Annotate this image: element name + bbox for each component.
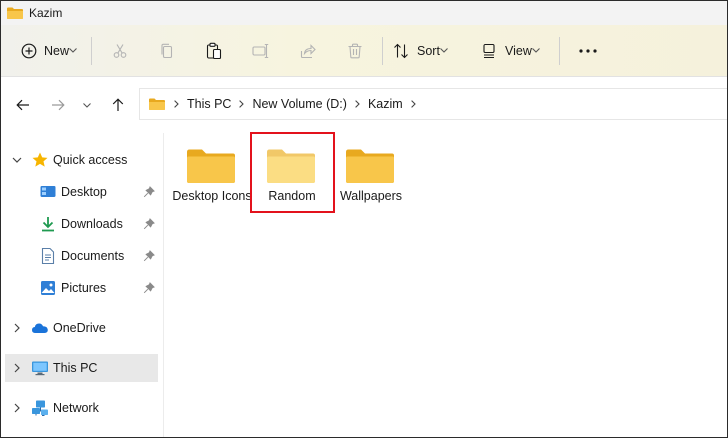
network-icon	[32, 400, 48, 416]
more-options-button[interactable]	[564, 34, 612, 68]
arrow-left-icon	[16, 99, 29, 111]
chevron-right-icon[interactable]	[11, 322, 23, 334]
ribbon-separator	[382, 36, 383, 65]
chevron-right-icon	[239, 100, 245, 108]
folder-name: Wallpapers	[339, 189, 403, 203]
sidebar-item-label: Network	[53, 401, 99, 415]
sidebar-item-label: This PC	[53, 361, 98, 375]
breadcrumb-separator[interactable]	[239, 100, 245, 108]
pin-icon	[143, 282, 155, 294]
share-button[interactable]	[284, 34, 331, 68]
breadcrumb-kazim[interactable]: Kazim	[368, 97, 403, 111]
breadcrumb-this-pc[interactable]: This PC	[187, 97, 231, 111]
share-icon	[300, 43, 316, 58]
sidebar-item-desktop[interactable]: Desktop	[5, 178, 158, 206]
cut-button[interactable]	[96, 34, 143, 68]
chevron-right-icon	[410, 100, 416, 108]
folder-icon	[346, 149, 394, 183]
address-row: This PC New Volume (D:) Kazim	[1, 77, 727, 133]
breadcrumb-separator[interactable]	[174, 100, 179, 108]
sort-button-label: Sort	[417, 43, 440, 58]
chevron-down-icon	[69, 48, 77, 53]
paste-button[interactable]	[190, 34, 237, 68]
sidebar-item-documents[interactable]: Documents	[5, 242, 158, 270]
chevron-down-icon[interactable]	[11, 154, 23, 166]
paste-icon	[206, 42, 221, 59]
sidebar-item-label: Pictures	[61, 281, 107, 295]
rename-icon	[251, 43, 268, 58]
plus-circle-icon	[21, 43, 37, 58]
breadcrumb-separator[interactable]	[410, 100, 416, 108]
folder-icon	[187, 149, 235, 183]
forward-button[interactable]	[43, 90, 73, 120]
folder-icon	[7, 7, 23, 19]
breadcrumb-new-volume[interactable]: New Volume (D:)	[252, 97, 346, 111]
pin-icon	[143, 218, 155, 230]
up-button[interactable]	[103, 90, 133, 120]
copy-button[interactable]	[143, 34, 190, 68]
folder-name: Desktop Icons	[172, 189, 252, 203]
sidebar-item-label: OneDrive	[53, 321, 106, 335]
star-icon	[32, 152, 48, 167]
chevron-right-icon[interactable]	[11, 402, 23, 414]
arrow-right-icon	[52, 99, 65, 111]
chevron-down-icon	[83, 102, 91, 108]
picture-icon	[41, 281, 55, 295]
sidebar-item-label: Desktop	[61, 185, 107, 199]
file-list: Desktop Icons Random Wallpapers	[164, 133, 727, 437]
chevron-right-icon	[174, 100, 179, 108]
highlight-box	[250, 132, 335, 213]
breadcrumb-separator[interactable]	[355, 100, 360, 108]
view-button-label: View	[505, 43, 532, 58]
sidebar-item-quick-access[interactable]: Quick access	[5, 146, 158, 174]
sort-icon	[394, 43, 408, 58]
sidebar-item-onedrive[interactable]: OneDrive	[5, 314, 158, 342]
new-button-label: New	[44, 43, 70, 58]
cloud-icon	[32, 323, 48, 333]
pin-icon	[143, 250, 155, 262]
back-button[interactable]	[8, 90, 38, 120]
folder-tile-desktop-icons[interactable]: Desktop Icons	[172, 133, 252, 223]
chevron-right-icon	[355, 100, 360, 108]
sidebar-item-downloads[interactable]: Downloads	[5, 210, 158, 238]
recent-locations-button[interactable]	[74, 90, 100, 120]
trash-icon	[348, 43, 361, 58]
folder-tile-wallpapers[interactable]: Wallpapers	[331, 133, 411, 223]
arrow-up-icon	[112, 98, 124, 111]
chevron-down-icon	[440, 48, 448, 53]
download-icon	[42, 217, 54, 232]
address-bar[interactable]: This PC New Volume (D:) Kazim	[139, 88, 727, 120]
folder-icon	[149, 98, 165, 110]
document-icon	[41, 247, 55, 265]
more-icon	[579, 48, 597, 53]
copy-icon	[160, 43, 172, 58]
navigation-pane: Quick access Desktop Downloads Documents…	[1, 133, 163, 437]
sidebar-item-network[interactable]: Network	[5, 394, 158, 422]
ribbon-separator	[91, 36, 92, 65]
scissors-icon	[113, 43, 126, 58]
command-bar: New Sort View	[1, 25, 727, 77]
file-explorer-window: Kazim New Sort View This PC New Volume (…	[0, 0, 728, 438]
chevron-down-icon	[531, 48, 540, 53]
view-icon	[483, 43, 495, 58]
rename-button[interactable]	[237, 34, 284, 68]
sidebar-item-this-pc[interactable]: This PC	[5, 354, 158, 382]
delete-button[interactable]	[331, 34, 378, 68]
new-button[interactable]: New	[15, 34, 87, 68]
computer-icon	[32, 361, 48, 376]
chevron-right-icon[interactable]	[11, 362, 23, 374]
view-button[interactable]: View	[473, 34, 555, 68]
sidebar-item-label: Downloads	[61, 217, 123, 231]
sidebar-item-pictures[interactable]: Pictures	[5, 274, 158, 302]
sidebar-item-label: Documents	[61, 249, 125, 263]
sidebar-item-label: Quick access	[53, 153, 128, 167]
pin-icon	[143, 186, 155, 198]
title-bar: Kazim	[1, 1, 727, 25]
ribbon-separator	[559, 36, 560, 65]
sort-button[interactable]: Sort	[387, 34, 473, 68]
window-title: Kazim	[29, 6, 63, 20]
desktop-icon	[40, 186, 56, 197]
